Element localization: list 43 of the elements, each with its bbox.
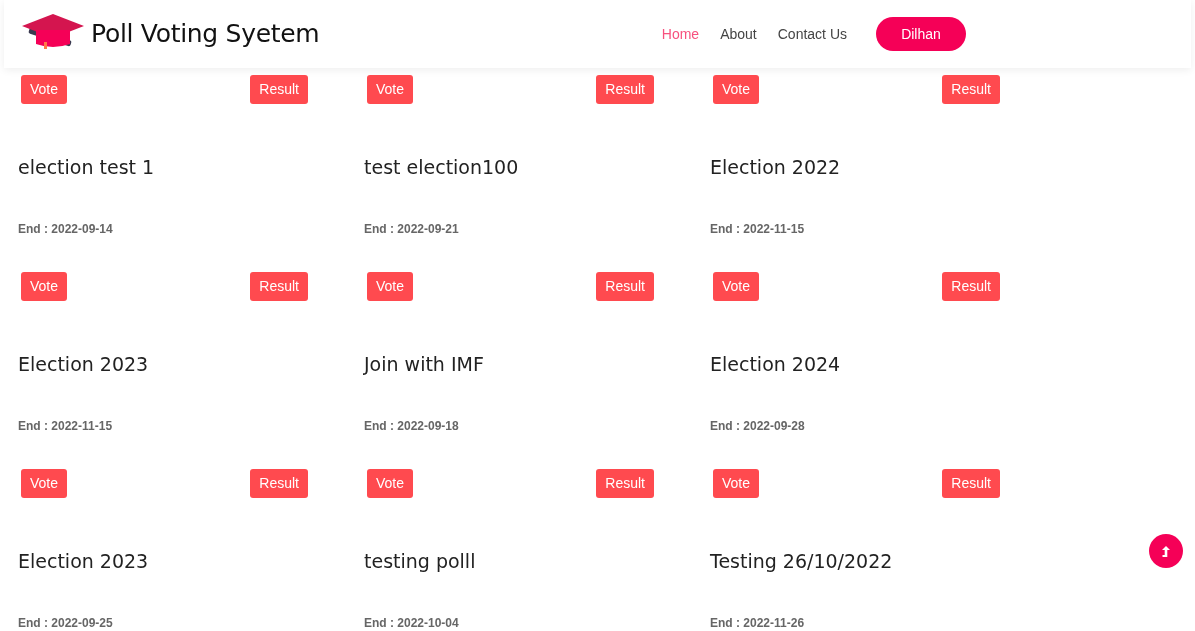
end-date: End : 2022-09-21 [364, 222, 460, 236]
site-title: Poll Voting Syetem [91, 18, 320, 51]
end-date: End : 2022-11-15 [18, 419, 114, 433]
vote-button[interactable]: Vote [21, 469, 68, 498]
result-button[interactable]: Result [942, 75, 1000, 104]
vote-button[interactable]: Vote [367, 272, 414, 301]
vote-button[interactable]: Vote [367, 469, 414, 498]
poll-title: election test 1 [18, 155, 156, 179]
end-date: End : 2022-11-15 [710, 222, 806, 236]
result-button[interactable]: Result [942, 272, 1000, 301]
end-date: End : 2022-11-26 [710, 616, 806, 630]
vote-button[interactable]: Vote [21, 272, 68, 301]
vote-button[interactable]: Vote [21, 75, 68, 104]
result-button[interactable]: Result [596, 75, 654, 104]
vote-button[interactable]: Vote [713, 272, 760, 301]
end-date: End : 2022-09-18 [364, 419, 460, 433]
vote-button[interactable]: Vote [713, 75, 760, 104]
result-button[interactable]: Result [250, 469, 308, 498]
user-button[interactable]: Dilhan [876, 17, 966, 51]
poll-title: Testing 26/10/2022 [710, 549, 894, 573]
poll-title: test election100 [364, 155, 520, 179]
nav-link[interactable]: Home [661, 23, 700, 45]
result-button[interactable]: Result [250, 272, 308, 301]
poll-title: Election 2024 [710, 352, 842, 376]
poll-title: Election 2023 [18, 549, 150, 573]
end-date: End : 2022-09-25 [18, 616, 114, 630]
vote-button[interactable]: Vote [367, 75, 414, 104]
vote-button[interactable]: Vote [713, 469, 760, 498]
poll-title: Join with IMF [364, 352, 485, 376]
end-date: End : 2022-10-04 [364, 616, 460, 630]
poll-title: Election 2022 [710, 155, 842, 179]
arrow-up-icon [1162, 545, 1170, 557]
nav-link[interactable]: Contact Us [777, 23, 847, 45]
result-button[interactable]: Result [250, 75, 308, 104]
result-button[interactable]: Result [596, 469, 654, 498]
nav-link[interactable]: About [720, 23, 757, 45]
poll-title: Election 2023 [18, 352, 150, 376]
end-date: End : 2022-09-28 [710, 419, 806, 433]
end-date: End : 2022-09-14 [18, 222, 114, 236]
scroll-top-button[interactable] [1149, 534, 1183, 568]
result-button[interactable]: Result [942, 469, 1000, 498]
result-button[interactable]: Result [596, 272, 654, 301]
poll-title: testing polll [364, 549, 477, 573]
